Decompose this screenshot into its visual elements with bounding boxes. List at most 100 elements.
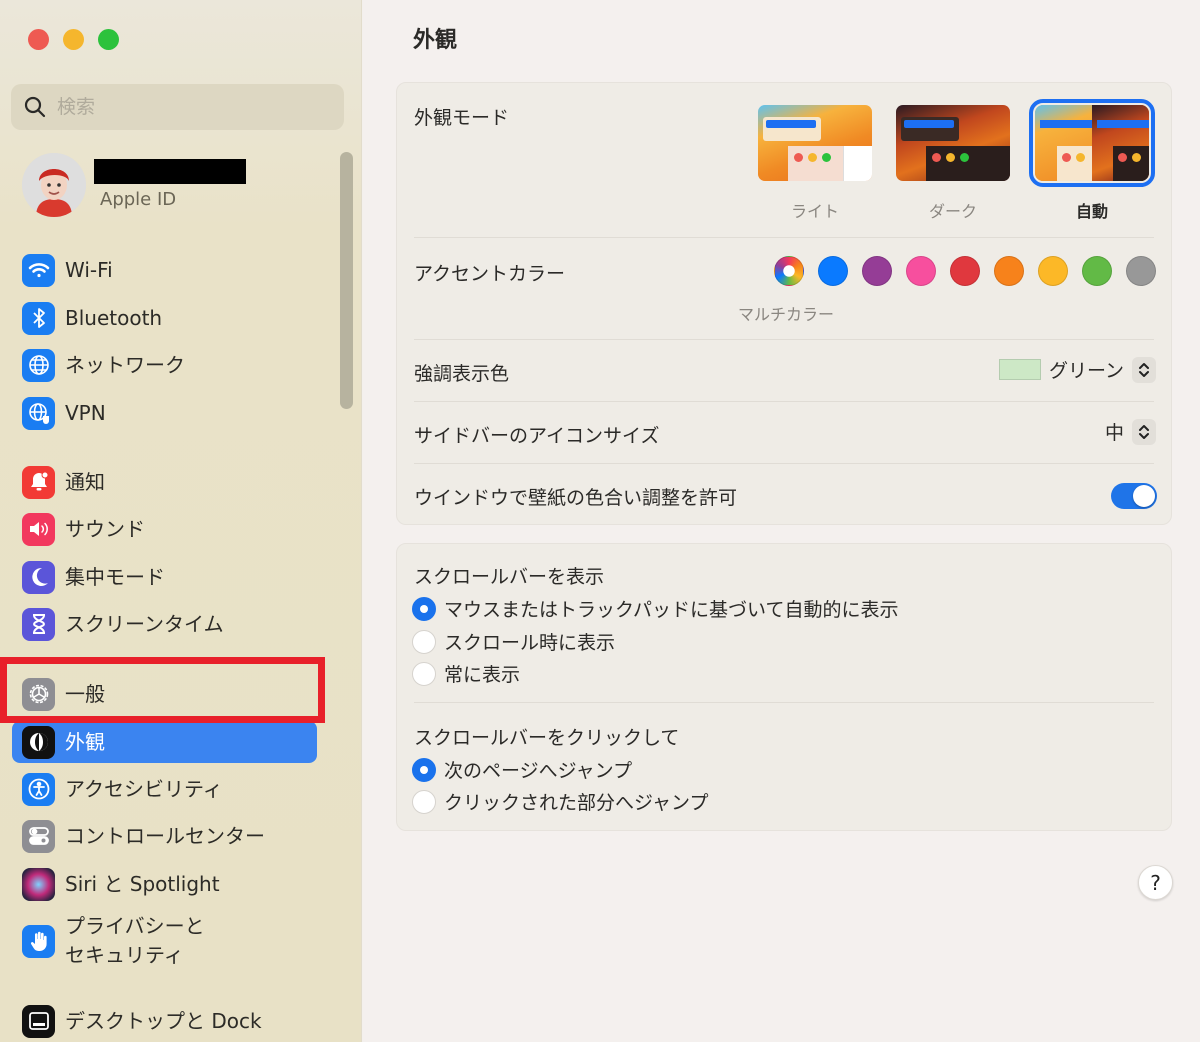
apple-id-label: Apple ID: [100, 189, 177, 210]
highlight-color-popup[interactable]: グリーン: [998, 356, 1156, 383]
highlight-color-chip: [998, 359, 1041, 380]
radio-button[interactable]: [412, 757, 436, 782]
radio-button[interactable]: [412, 596, 436, 621]
bluetooth-icon: [22, 301, 55, 335]
sidebar-icon-size-popup[interactable]: 中: [1105, 418, 1156, 445]
divider: [414, 339, 1154, 340]
sidebar-item-screen-time[interactable]: スクリーンタイム: [12, 603, 317, 645]
memoji-avatar-icon: [22, 153, 86, 217]
sidebar-item-label: ネットワーク: [65, 352, 185, 377]
appearance-mode-light[interactable]: ライト: [756, 105, 874, 222]
sidebar-search[interactable]: [11, 84, 344, 130]
window-controls: [28, 29, 119, 50]
click-scrollbar-title: スクロールバーをクリックして: [414, 727, 680, 749]
radio-button[interactable]: [412, 629, 436, 654]
sidebar-item-label: アクセシビリティ: [65, 776, 223, 801]
bell-icon: [22, 465, 55, 499]
sidebar-item-privacy-security[interactable]: プライバシーと セキュリティ: [12, 910, 317, 972]
appearance-mode-label-auto: 自動: [1075, 202, 1108, 221]
radio-scrollbars-when-scrolling[interactable]: スクロール時に表示: [412, 628, 615, 655]
sidebar-item-label: Siri と Spotlight: [65, 871, 220, 896]
radio-button[interactable]: [412, 661, 436, 686]
sidebar-item-siri-spotlight[interactable]: Siri と Spotlight: [12, 863, 317, 905]
appearance-icon: [22, 725, 55, 759]
search-icon: [24, 96, 46, 118]
main-pane: 外観 外観モード ライト ダーク 自動 アクセントカラー マルチカラー 強調表示…: [363, 0, 1200, 1042]
sidebar-item-wifi[interactable]: Wi-Fi: [12, 249, 317, 291]
appearance-mode-label-light: ライト: [790, 202, 839, 221]
divider: [414, 401, 1154, 402]
divider: [414, 237, 1154, 238]
sidebar-item-label: デスクトップと Dock: [65, 1008, 262, 1033]
sidebar-item-accessibility[interactable]: アクセシビリティ: [12, 768, 317, 810]
globe-icon: [22, 348, 55, 382]
moon-icon: [22, 560, 55, 594]
sidebar-item-desktop-dock[interactable]: デスクトップと Dock: [12, 1000, 317, 1042]
radio-label: マウスまたはトラックパッドに基づいて自動的に表示: [444, 599, 899, 621]
highlight-color-value: グリーン: [1048, 360, 1124, 382]
sidebar-item-notifications[interactable]: 通知: [12, 461, 317, 503]
close-window-button[interactable]: [28, 29, 49, 50]
sidebar-icon-size-label: サイドバーのアイコンサイズ: [414, 425, 660, 447]
sidebar-item-vpn[interactable]: VPN: [12, 392, 317, 434]
accent-swatch-orange[interactable]: [994, 256, 1024, 286]
sidebar-item-control-center[interactable]: コントロールセンター: [12, 815, 317, 857]
appearance-mode-label: 外観モード: [414, 107, 510, 129]
accent-color-caption: マルチカラー: [738, 305, 835, 324]
zoom-window-button[interactable]: [98, 29, 119, 50]
search-input[interactable]: [57, 96, 317, 118]
radio-jump-clicked-spot[interactable]: クリックされた部分へジャンプ: [412, 788, 708, 815]
radio-button[interactable]: [412, 789, 436, 814]
wallpaper-tinting-toggle[interactable]: [1111, 483, 1157, 509]
page-title: 外観: [413, 28, 458, 53]
sidebar-item-label: 集中モード: [65, 564, 165, 589]
accent-swatch-pink[interactable]: [906, 256, 936, 286]
radio-scrollbars-always[interactable]: 常に表示: [412, 660, 520, 687]
accent-color-swatches: [774, 256, 1156, 286]
sidebar-item-appearance[interactable]: 外観: [12, 721, 317, 763]
accent-swatch-purple[interactable]: [862, 256, 892, 286]
radio-label: 次のページへジャンプ: [444, 760, 633, 782]
toggle-knob: [1133, 485, 1155, 507]
scrollbar-settings-group: スクロールバーを表示 マウスまたはトラックパッドに基づいて自動的に表示 スクロー…: [396, 543, 1172, 831]
sidebar-item-network[interactable]: ネットワーク: [12, 344, 317, 386]
chevron-up-down-icon: [1132, 356, 1156, 383]
accent-swatch-multicolor[interactable]: [774, 256, 804, 286]
sidebar-scrollbar[interactable]: [340, 152, 353, 409]
vpn-globe-icon: [22, 396, 55, 430]
appearance-mode-auto[interactable]: 自動: [1029, 99, 1155, 222]
appearance-settings-group: 外観モード ライト ダーク 自動 アクセントカラー マルチカラー 強調表示色 グ…: [396, 82, 1172, 525]
appearance-mode-dark[interactable]: ダーク: [894, 105, 1012, 222]
accent-swatch-red[interactable]: [950, 256, 980, 286]
radio-scrollbars-automatic[interactable]: マウスまたはトラックパッドに基づいて自動的に表示: [412, 595, 898, 622]
siri-icon: [22, 867, 55, 901]
apple-id-account[interactable]: Apple ID: [22, 153, 246, 217]
accent-color-label: アクセントカラー: [414, 263, 566, 285]
light-mode-thumbnail: [758, 105, 872, 181]
radio-label: クリックされた部分へジャンプ: [444, 792, 709, 814]
dark-mode-thumbnail: [896, 105, 1010, 181]
sidebar-icon-size-value: 中: [1104, 422, 1124, 444]
accent-swatch-green[interactable]: [1082, 256, 1112, 286]
sidebar-item-label: スクリーンタイム: [65, 611, 224, 636]
sidebar-item-sound[interactable]: サウンド: [12, 508, 317, 550]
hourglass-icon: [22, 607, 55, 641]
sidebar-item-label: Bluetooth: [65, 305, 163, 330]
sidebar-item-label: コントロールセンター: [65, 823, 265, 848]
sidebar-item-label: 外観: [65, 729, 105, 754]
minimize-window-button[interactable]: [63, 29, 84, 50]
sidebar-item-label: プライバシーと セキュリティ: [65, 914, 205, 967]
divider: [414, 463, 1154, 464]
accent-swatch-blue[interactable]: [818, 256, 848, 286]
sidebar-item-bluetooth[interactable]: Bluetooth: [12, 297, 317, 339]
sidebar-item-focus[interactable]: 集中モード: [12, 556, 317, 598]
wallpaper-tinting-label: ウインドウで壁紙の色合い調整を許可: [414, 487, 738, 509]
accent-swatch-yellow[interactable]: [1038, 256, 1068, 286]
hand-icon: [22, 924, 55, 958]
help-button[interactable]: ?: [1138, 865, 1173, 900]
accent-swatch-graphite[interactable]: [1126, 256, 1156, 286]
radio-jump-next-page[interactable]: 次のページへジャンプ: [412, 756, 632, 783]
sidebar-item-label: VPN: [65, 400, 106, 425]
sidebar-item-label: Wi-Fi: [65, 257, 113, 282]
chevron-up-down-icon: [1132, 418, 1156, 445]
